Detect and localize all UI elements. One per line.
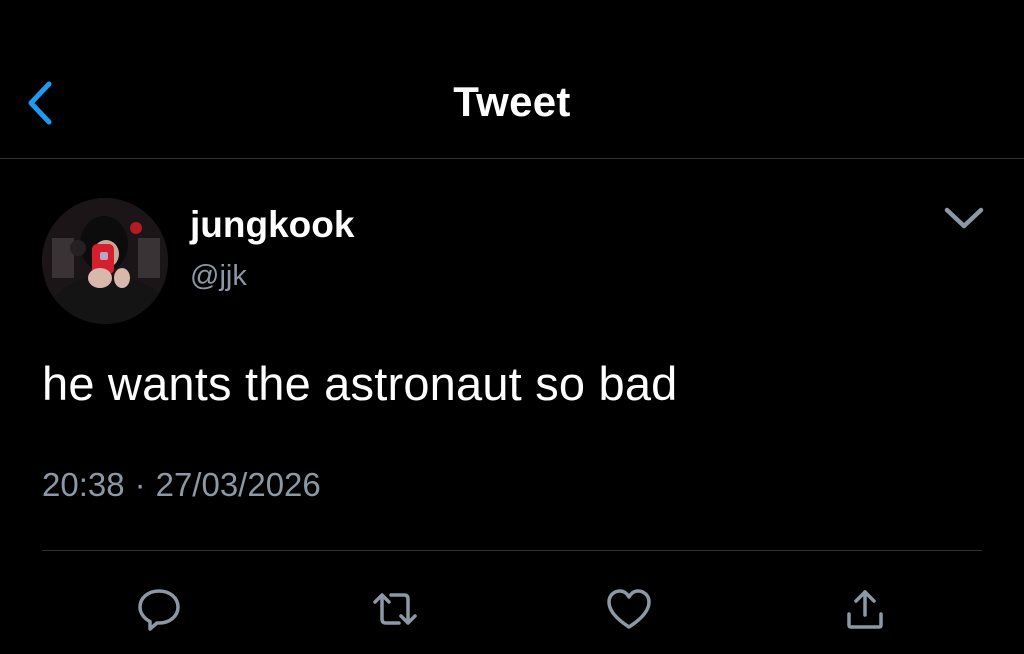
speech-bubble-icon [138,589,180,631]
more-options-button[interactable] [936,196,992,240]
page-title: Tweet [453,78,571,125]
avatar-photo [42,198,168,324]
share-icon [847,590,883,629]
tweet-timestamp: 20:38 · 27/03/2026 [42,466,321,504]
retweet-button[interactable] [370,584,420,634]
author-handle[interactable]: @jjk [190,260,247,293]
reply-button[interactable] [134,584,184,634]
heart-icon [607,589,651,629]
tweet-time: 20:38 [42,466,125,503]
tweet-detail-screen: Tweet jungkook @jjk he wants the astrona… [0,0,1024,654]
like-button[interactable] [604,584,654,634]
avatar[interactable] [42,198,168,324]
top-bar: Tweet [0,0,1024,159]
tweet-date: 27/03/2026 [155,466,321,503]
retweet-icon [373,593,417,625]
meta-separator: · [134,466,146,503]
chevron-down-icon [944,207,984,229]
share-button[interactable] [840,584,890,634]
author-name[interactable]: jungkook [190,204,354,246]
divider [42,550,982,551]
tweet-text: he wants the astronaut so bad [42,357,678,410]
